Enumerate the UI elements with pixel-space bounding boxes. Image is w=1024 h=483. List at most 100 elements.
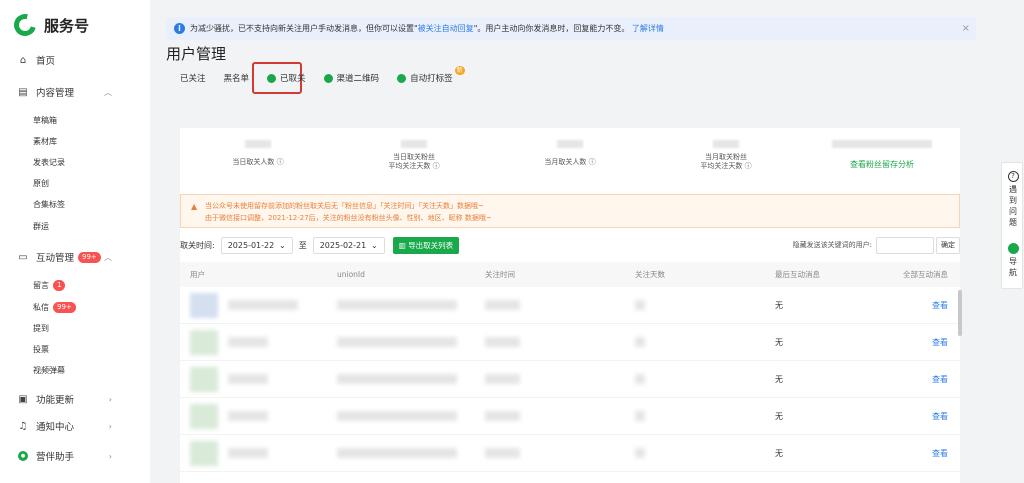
close-icon[interactable]: × <box>962 23 970 34</box>
sidebar-item-assistant[interactable]: ● 营伴助手 › <box>18 447 130 465</box>
warning-icon: ▲ <box>191 202 198 211</box>
unionid-cell <box>337 300 485 310</box>
chevron-up-icon: ︿ <box>104 87 112 97</box>
interaction-badge: 99+ <box>78 251 101 263</box>
sidebar-subitem[interactable]: 合集标签 <box>33 197 65 211</box>
unionid-blurred <box>337 448 457 458</box>
sidebar-item-home[interactable]: ⌂ 首页 <box>18 51 130 69</box>
header-user: 用户 <box>190 270 205 279</box>
view-link[interactable]: 查看 <box>932 449 948 458</box>
unionid-cell <box>337 411 485 421</box>
days-blurred <box>635 411 645 421</box>
content-card: 当日取关人数 ⓘ 当日取关粉丝 平均关注天数 ⓘ 当月取关人数 ⓘ 当月取关粉丝… <box>180 128 960 483</box>
sidebar-subitem-messages[interactable]: 私信 99+ <box>33 300 76 314</box>
logo[interactable]: 服务号 <box>9 9 90 41</box>
last-msg-cell: 无 <box>775 374 783 384</box>
notice-link[interactable]: 被关注自动回复 <box>418 23 474 34</box>
time-cell <box>485 300 635 310</box>
stat-monthly-avg-days: 当月取关粉丝 平均关注天数 ⓘ <box>648 128 804 184</box>
info-icon: i <box>174 23 185 34</box>
stat-retention: 查看粉丝留存分析 <box>804 128 960 184</box>
time-blurred <box>485 411 520 421</box>
tab-auto-tag[interactable]: 自动打标签新 <box>397 66 465 84</box>
document-icon: ▤ <box>18 86 28 98</box>
avatar <box>190 329 218 355</box>
stat-label: 当月取关粉丝 平均关注天数 ⓘ <box>700 153 752 170</box>
sidebar-item-notifications[interactable]: ♫ 通知中心 › <box>18 417 130 435</box>
messages-badge: 99+ <box>53 301 76 313</box>
unfollow-table: 用户 unionId 关注时间 关注天数 最后互动消息 全部互动消息 无 查看 <box>180 262 960 472</box>
warning-banner: ▲ 当公众号未使用留存前添加的粉丝取关后无「粉丝信息」「关注时间」「关注天数」数… <box>180 194 960 228</box>
tab-followed[interactable]: 已关注 <box>180 72 206 84</box>
keyword-input[interactable] <box>876 236 934 254</box>
view-link[interactable]: 查看 <box>932 338 948 347</box>
question-icon: ? <box>1007 171 1019 182</box>
tab-bar: 已关注 黑名单 已取关 渠道二维码 自动打标签新 <box>180 66 471 84</box>
view-link[interactable]: 查看 <box>932 412 948 421</box>
sidebar-subitem[interactable]: 视频弹幕 <box>33 363 65 377</box>
tab-label: 自动打标签 <box>410 74 453 84</box>
days-blurred <box>635 448 645 458</box>
view-link[interactable]: 查看 <box>932 375 948 384</box>
table-header: 用户 unionId 关注时间 关注天数 最后互动消息 全部互动消息 <box>180 262 960 287</box>
sidebar-subitem[interactable]: 投票 <box>33 342 49 356</box>
tab-blacklist[interactable]: 黑名单 <box>224 72 250 84</box>
sidebar-subitem[interactable]: 原创 <box>33 176 49 190</box>
sidebar-subitem[interactable]: 群运 <box>33 219 49 233</box>
avatar <box>190 403 218 429</box>
time-blurred <box>485 300 520 310</box>
table-scrollbar[interactable] <box>958 290 962 336</box>
last-msg-cell: 无 <box>775 411 783 421</box>
chevron-down-icon: ⌄ <box>371 240 378 250</box>
unionid-cell <box>337 448 485 458</box>
brand-title: 服务号 <box>44 16 90 35</box>
filter-bar: 取关时间: 2025-01-22 ⌄ 至 2025-02-21 ⌄ ▥ 导出取关列表… <box>180 236 960 254</box>
sidebar-item-interaction[interactable]: ▭ 互动管理 99+ ︿ <box>18 248 130 266</box>
sidebar-subitem[interactable]: 素材库 <box>33 134 57 148</box>
tag-icon <box>397 73 407 83</box>
subitem-label: 留言 <box>33 280 49 290</box>
start-date-picker[interactable]: 2025-01-22 ⌄ <box>220 236 293 254</box>
sidebar: 服务号 ⌂ 首页 ▤ 内容管理 ︿ 草稿箱 素材库 发表记录 原创 合集标签 群… <box>0 0 150 483</box>
stat-monthly-unfollow: 当月取关人数 ⓘ <box>492 128 648 184</box>
sidebar-subitem[interactable]: 草稿箱 <box>33 113 57 127</box>
time-cell <box>485 411 635 421</box>
time-cell <box>485 337 635 347</box>
nav-button[interactable]: 导航 <box>1002 243 1024 278</box>
user-cell <box>180 329 337 355</box>
chat-icon: ▭ <box>18 251 28 263</box>
comments-badge: 1 <box>53 279 66 291</box>
avatar <box>190 440 218 466</box>
stat-daily-avg-days: 当日取关粉丝 平均关注天数 ⓘ <box>336 128 492 184</box>
export-button[interactable]: ▥ 导出取关列表 <box>392 236 460 254</box>
retention-analysis-link[interactable]: 查看粉丝留存分析 <box>804 159 960 170</box>
tab-label: 渠道二维码 <box>336 74 380 84</box>
unionid-cell <box>337 337 485 347</box>
sidebar-subitem[interactable]: 提到 <box>33 321 49 335</box>
sidebar-subitem[interactable]: 发表记录 <box>33 155 65 169</box>
sidebar-item-features[interactable]: ▣ 功能更新 › <box>18 390 130 408</box>
warning-line-2: 由于微信接口调整，2021-12-27后，关注的粉丝没有粉丝头像、性别、地区、昵… <box>205 214 492 222</box>
navigation-icon <box>1007 243 1019 254</box>
stat-value-blurred <box>401 140 427 148</box>
page-title: 用户管理 <box>166 45 227 63</box>
tab-label: 已关注 <box>180 74 206 84</box>
view-link[interactable]: 查看 <box>932 301 948 310</box>
user-cell <box>180 403 337 429</box>
tab-channel-qrcode[interactable]: 渠道二维码 <box>323 72 380 84</box>
nav-label: 导航 <box>1009 257 1017 277</box>
last-msg-cell: 无 <box>775 337 783 347</box>
confirm-button[interactable]: 确定 <box>936 236 960 254</box>
sidebar-item-content[interactable]: ▤ 内容管理 ︿ <box>18 83 130 101</box>
unionid-blurred <box>337 337 457 347</box>
stat-value-blurred <box>245 140 271 148</box>
tab-unfollowed[interactable]: 已取关 <box>267 72 306 84</box>
sidebar-subitem-comments[interactable]: 留言 1 <box>33 278 66 292</box>
help-button[interactable]: ? 遇到问题 <box>1002 171 1024 228</box>
unionid-blurred <box>337 374 457 384</box>
end-date-picker[interactable]: 2025-02-21 ⌄ <box>312 236 385 254</box>
chevron-right-icon: › <box>108 421 112 431</box>
float-panel: ? 遇到问题 导航 <box>1001 162 1023 289</box>
notice-more-link[interactable]: 了解详情 <box>632 23 664 34</box>
sidebar-item-label: 首页 <box>36 56 56 67</box>
